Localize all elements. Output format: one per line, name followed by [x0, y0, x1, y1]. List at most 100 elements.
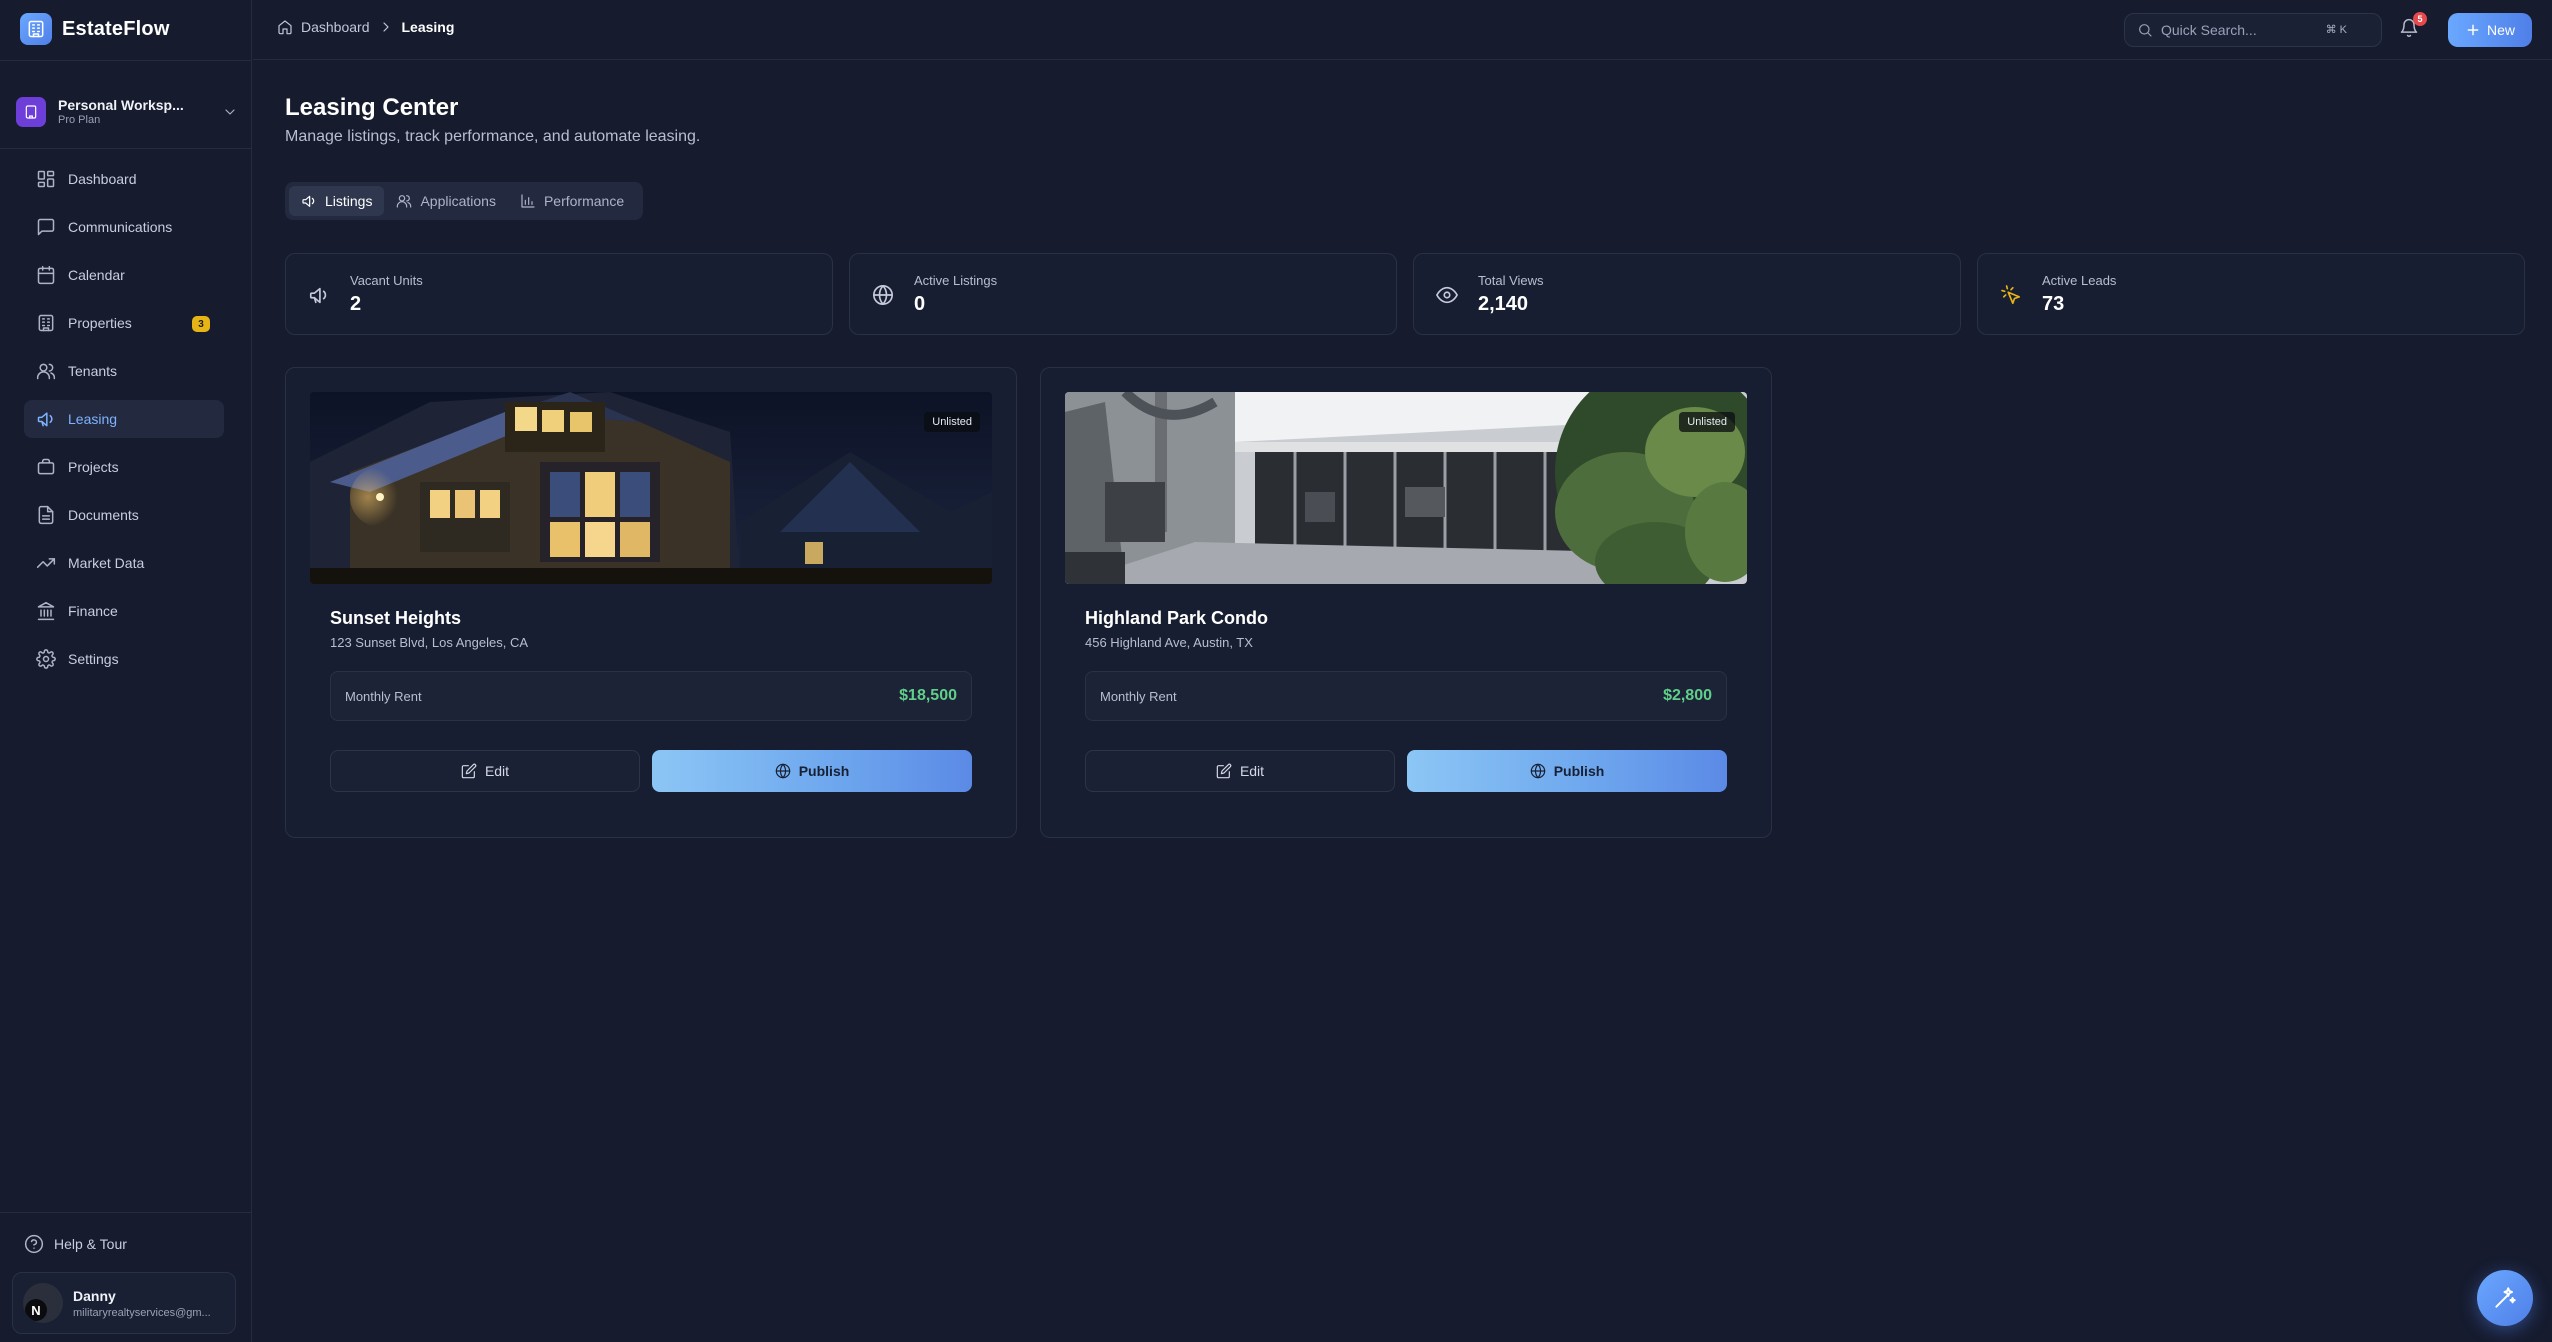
globe-icon: [1530, 763, 1546, 779]
briefcase-icon: [36, 457, 56, 477]
status-badge: Unlisted: [1679, 412, 1735, 432]
stat-card-vacant-units: Vacant Units 2: [285, 253, 833, 335]
user-name: Danny: [73, 1287, 116, 1304]
sparkle-wand-icon: [2492, 1285, 2518, 1311]
stat-value: 0: [914, 293, 926, 315]
edit-icon: [1216, 763, 1232, 779]
bar-chart-icon: [520, 193, 536, 209]
sidebar-item-leasing[interactable]: Leasing: [24, 400, 224, 438]
sidebar-item-settings[interactable]: Settings: [24, 640, 224, 678]
tab-performance[interactable]: Performance: [508, 186, 636, 216]
new-button[interactable]: New: [2448, 13, 2532, 47]
stat-value: 2,140: [1478, 293, 1529, 315]
sidebar-item-label: Market Data: [68, 555, 145, 571]
search-input[interactable]: Quick Search... ⌘ K: [2124, 13, 2382, 47]
listing-card[interactable]: Unlisted Highland Park Condo 456 Highlan…: [1040, 367, 1772, 838]
chevron-right-icon: [378, 19, 394, 35]
listing-card[interactable]: Unlisted Sunset Heights 123 Sunset Blvd,…: [285, 367, 1017, 838]
tab-list: Listings Applications Performance: [285, 182, 643, 220]
sidebar-item-label: Calendar: [68, 267, 125, 283]
notifications-button[interactable]: 5: [2399, 12, 2427, 38]
users-icon: [36, 361, 56, 381]
tab-listings[interactable]: Listings: [289, 186, 385, 216]
property-name: Sunset Heights: [330, 608, 462, 628]
stat-card-total-views: Total Views 2,140: [1413, 253, 1961, 335]
stat-value: 2: [350, 293, 362, 315]
rent-row: Monthly Rent $18,500: [330, 671, 972, 721]
avatar-initial: N: [25, 1299, 47, 1321]
rent-row: Monthly Rent $2,800: [1085, 671, 1727, 721]
sidebar-item-dashboard[interactable]: Dashboard: [24, 160, 224, 198]
property-address: 123 Sunset Blvd, Los Angeles, CA: [330, 635, 529, 650]
rent-label: Monthly Rent: [345, 689, 422, 704]
trending-up-icon: [36, 553, 56, 573]
building-icon: [16, 97, 46, 127]
publish-label: Publish: [798, 763, 850, 779]
file-text-icon: [36, 505, 56, 525]
sidebar-item-market-data[interactable]: Market Data: [24, 544, 224, 582]
stat-card-active-listings: Active Listings 0: [849, 253, 1397, 335]
sidebar-item-label: Documents: [68, 507, 139, 523]
property-name: Highland Park Condo: [1085, 608, 1269, 628]
sidebar-item-calendar[interactable]: Calendar: [24, 256, 224, 294]
grid-icon: [36, 169, 56, 189]
megaphone-icon: [301, 193, 317, 209]
brand-name: EstateFlow: [62, 17, 170, 40]
sidebar-item-tenants[interactable]: Tenants: [24, 352, 224, 390]
keyboard-shortcut: ⌘ K: [2325, 24, 2347, 36]
edit-button[interactable]: Edit: [330, 750, 640, 792]
publish-button[interactable]: Publish: [652, 750, 972, 792]
ai-assistant-button[interactable]: [2477, 1270, 2533, 1326]
help-circle-icon: [24, 1234, 44, 1254]
topbar: Dashboard Leasing Quick Search... ⌘ K 5 …: [253, 0, 2552, 60]
chevron-down-icon: [222, 104, 238, 120]
megaphone-icon: [36, 409, 56, 429]
edit-button[interactable]: Edit: [1085, 750, 1395, 792]
sidebar-item-communications[interactable]: Communications: [24, 208, 224, 246]
breadcrumb-dashboard-link[interactable]: Dashboard: [301, 19, 370, 35]
workspace-name: Personal Worksp...: [58, 97, 184, 113]
divider: [0, 148, 252, 149]
publish-button[interactable]: Publish: [1407, 750, 1727, 792]
rent-value: $18,500: [899, 687, 957, 704]
landmark-icon: [36, 601, 56, 621]
user-email: militaryrealtyservices@gm...: [73, 1306, 211, 1319]
sidebar-item-properties[interactable]: Properties 3: [24, 304, 224, 342]
plus-icon: [2465, 22, 2481, 38]
new-label: New: [2486, 22, 2515, 38]
publish-label: Publish: [1553, 763, 1605, 779]
workspace-switcher[interactable]: Personal Worksp... Pro Plan: [16, 92, 238, 132]
count-badge: 3: [192, 316, 210, 332]
gear-icon: [36, 649, 56, 669]
divider: [0, 1212, 252, 1213]
sidebar-item-label: Communications: [68, 219, 173, 235]
stat-label: Vacant Units: [350, 273, 423, 288]
stat-label: Active Listings: [914, 273, 998, 288]
globe-icon: [775, 763, 791, 779]
tab-label: Listings: [325, 193, 373, 209]
rent-value: $2,800: [1663, 687, 1712, 704]
sidebar-item-documents[interactable]: Documents: [24, 496, 224, 534]
sidebar-item-label: Tenants: [68, 363, 118, 379]
status-badge: Unlisted: [924, 412, 980, 432]
stat-label: Total Views: [1478, 273, 1544, 288]
sidebar-item-label: Properties: [68, 315, 132, 331]
search-icon: [2137, 22, 2153, 38]
user-profile-card[interactable]: N Danny militaryrealtyservices@gm...: [12, 1272, 236, 1334]
sidebar-item-label: Settings: [68, 651, 119, 667]
avatar: N: [23, 1283, 63, 1323]
tab-applications[interactable]: Applications: [384, 186, 508, 216]
sidebar-item-finance[interactable]: Finance: [24, 592, 224, 630]
edit-label: Edit: [484, 763, 510, 779]
rent-label: Monthly Rent: [1100, 689, 1177, 704]
message-square-icon: [36, 217, 56, 237]
sidebar-item-label: Dashboard: [68, 171, 137, 187]
breadcrumb-current: Leasing: [401, 19, 455, 35]
sidebar-item-label: Leasing: [68, 411, 118, 427]
property-photo: Unlisted: [1065, 392, 1747, 584]
brand[interactable]: EstateFlow: [20, 12, 170, 46]
sidebar-item-projects[interactable]: Projects: [24, 448, 224, 486]
divider: [0, 60, 252, 61]
help-tour-link[interactable]: Help & Tour: [24, 1234, 127, 1254]
users-icon: [396, 193, 412, 209]
